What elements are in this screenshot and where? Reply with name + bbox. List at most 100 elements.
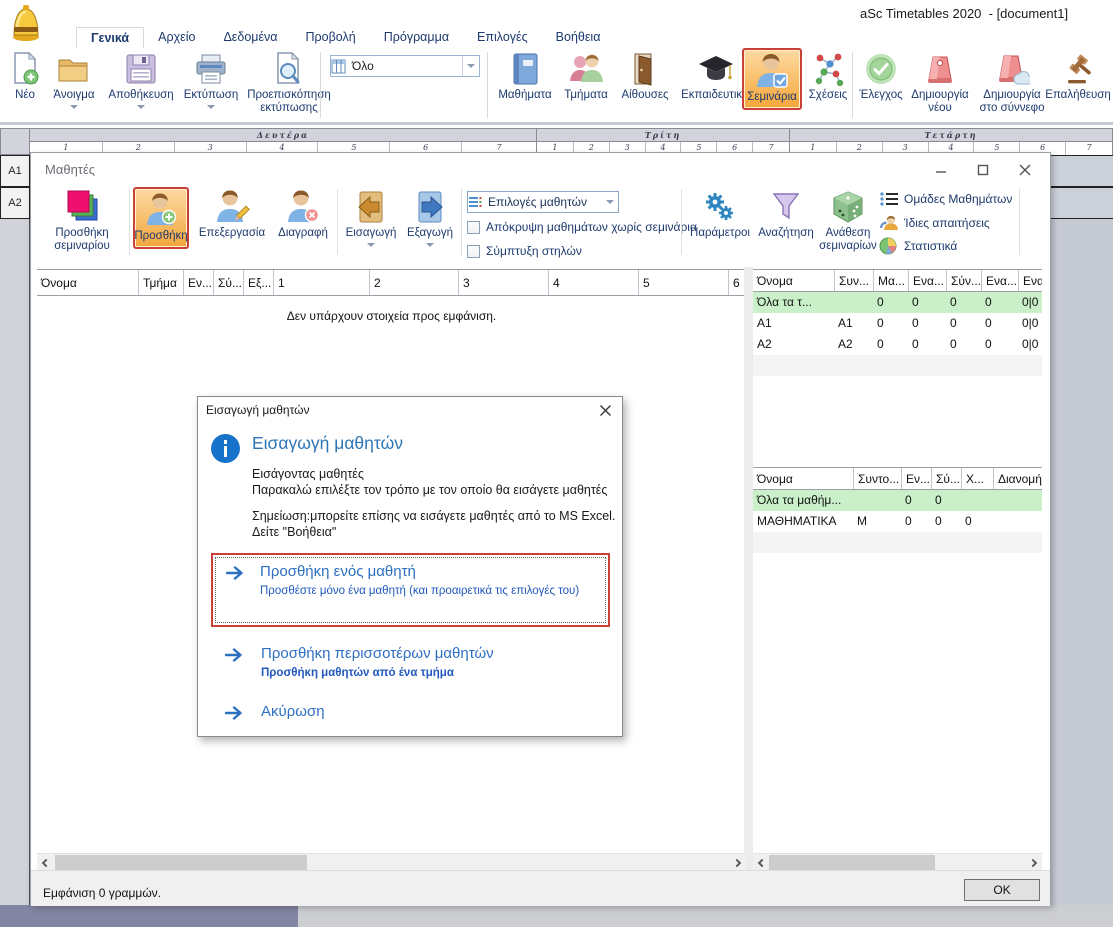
relations-button[interactable]: Σχέσεις xyxy=(806,50,850,102)
column-header[interactable]: 4 xyxy=(548,270,638,295)
column-header[interactable]: Σύ... xyxy=(931,468,961,489)
edit-student-button[interactable]: Επεξεργασία xyxy=(193,189,271,240)
column-header[interactable]: Σύ... xyxy=(213,270,243,295)
generate-cloud-button[interactable]: Δημιουργία στο σύννεφο xyxy=(974,50,1050,115)
column-header[interactable]: 1 xyxy=(273,270,369,295)
option-title: Προσθήκη ενός μαθητή xyxy=(260,563,597,580)
lessons-button[interactable]: Μαθήματα xyxy=(494,50,556,102)
save-dropdown-caret[interactable] xyxy=(137,105,145,109)
import-dropdown-caret[interactable] xyxy=(367,243,375,247)
app-hscroll-thumb[interactable] xyxy=(0,905,298,927)
tab-programma[interactable]: Πρόγραμμα xyxy=(370,27,463,48)
close-icon[interactable] xyxy=(1008,159,1042,181)
student-options-caret[interactable] xyxy=(602,192,618,212)
open-button[interactable]: Άνοιγμα xyxy=(46,50,102,109)
table-row[interactable]: A2A200000|0 xyxy=(753,334,1042,355)
hscroll-thumb[interactable] xyxy=(769,855,935,870)
scroll-left-icon[interactable] xyxy=(753,854,769,871)
scroll-right-icon[interactable] xyxy=(1026,854,1042,871)
ok-button[interactable]: OK xyxy=(964,879,1040,901)
import-dialog-heading: Εισαγωγή μαθητών xyxy=(252,433,403,454)
column-header[interactable]: Χ... xyxy=(961,468,993,489)
summary-hscrollbar[interactable] xyxy=(753,853,1042,870)
classes-button[interactable]: Τμήματα xyxy=(558,50,614,102)
tab-dedomena[interactable]: Δεδομένα xyxy=(209,27,291,48)
classes-table-empty-space xyxy=(753,376,1042,472)
asc-bell-logo[interactable] xyxy=(10,3,42,43)
classrooms-button[interactable]: Αίθουσες xyxy=(616,50,674,102)
tab-voitheia[interactable]: Βοήθεια xyxy=(542,27,615,48)
student-options-dropdown[interactable]: Επιλογές μαθητών xyxy=(467,191,619,213)
tab-provoli[interactable]: Προβολή xyxy=(292,27,370,48)
column-header[interactable]: Τμήμα xyxy=(138,270,183,295)
tab-arxeio[interactable]: Αρχείο xyxy=(144,27,209,48)
parameters-gears-icon xyxy=(702,189,738,225)
table-row[interactable]: ΜΑΘΗΜΑΤΙΚΑΜ000 xyxy=(753,511,1042,532)
column-header[interactable]: Εξ... xyxy=(243,270,273,295)
column-header[interactable]: 3 xyxy=(458,270,548,295)
add-one-student-option[interactable]: Προσθήκη ενός μαθητή Προσθέστε μόνο ένα … xyxy=(215,557,606,623)
tab-epiloges[interactable]: Επιλογές xyxy=(463,27,542,48)
add-more-students-option[interactable]: Προσθήκη περισσοτέρων μαθητών Προσθήκη μ… xyxy=(225,645,605,682)
print-button[interactable]: Εκτύπωση xyxy=(180,50,242,109)
save-button[interactable]: Αποθήκευση xyxy=(104,50,178,109)
scroll-right-icon[interactable] xyxy=(730,854,746,871)
intro-text-line1: Εισάγοντας μαθητές xyxy=(252,467,364,481)
add-seminar-button[interactable]: Προσθήκη σεμιναρίου xyxy=(39,189,125,253)
export-dropdown-caret[interactable] xyxy=(426,243,434,247)
students-table-hscrollbar[interactable] xyxy=(37,853,746,870)
column-header[interactable]: Εν... xyxy=(183,270,213,295)
print-dropdown-caret[interactable] xyxy=(207,105,215,109)
column-header[interactable]: Όνομα xyxy=(37,270,138,295)
add-student-button[interactable]: Προσθήκη xyxy=(133,187,189,249)
column-header[interactable]: 2 xyxy=(369,270,458,295)
seminars-button[interactable]: Σεμινάρια xyxy=(742,48,802,110)
column-header[interactable]: Ενα... xyxy=(908,270,946,291)
check-button[interactable]: Έλεγχος xyxy=(856,50,906,102)
column-header[interactable]: Συντο... xyxy=(853,468,901,489)
check-label: Έλεγχος xyxy=(859,89,902,102)
panel-splitter[interactable] xyxy=(744,267,753,871)
minimize-icon[interactable] xyxy=(924,159,958,181)
maximize-icon[interactable] xyxy=(966,159,1000,181)
statistics-button[interactable]: Στατιστικά xyxy=(879,237,957,255)
tab-genika[interactable]: Γενικά xyxy=(76,27,144,48)
column-header[interactable]: Σύν... xyxy=(946,270,981,291)
column-header[interactable]: Εν... xyxy=(901,468,931,489)
search-button[interactable]: Αναζήτηση xyxy=(755,189,817,240)
column-header[interactable]: Ενα... xyxy=(1018,270,1042,291)
scroll-left-icon[interactable] xyxy=(37,854,53,871)
toolbar-separator xyxy=(1019,189,1020,255)
view-filter-caret[interactable] xyxy=(462,56,479,76)
generate-new-button[interactable]: Δημιουργία νέου xyxy=(908,50,972,115)
import-button[interactable]: Εισαγωγή xyxy=(343,189,399,247)
column-header[interactable]: 5 xyxy=(638,270,728,295)
cancel-option[interactable]: Ακύρωση xyxy=(225,703,605,720)
row-label-a1[interactable]: A1 xyxy=(0,155,30,187)
delete-student-button[interactable]: Διαγραφή xyxy=(273,189,333,240)
table-row[interactable]: Όλα τα μαθήμ...00 xyxy=(753,490,1042,511)
column-header[interactable]: Όνομα xyxy=(753,270,834,291)
subject-groups-icon xyxy=(879,191,899,207)
hscroll-thumb[interactable] xyxy=(55,855,307,870)
assign-seminars-button[interactable]: Ανάθεση σεμιναρίων xyxy=(819,189,877,253)
collapse-columns-checkbox[interactable] xyxy=(467,245,480,258)
open-dropdown-caret[interactable] xyxy=(70,105,78,109)
column-header[interactable]: Ενα... xyxy=(981,270,1018,291)
table-row[interactable]: Όλα τα τ...00000|0 xyxy=(753,292,1042,313)
verification-button[interactable]: Επαλήθευση xyxy=(1046,50,1110,102)
new-button[interactable]: Νέο xyxy=(8,50,42,102)
column-header[interactable]: Συν... xyxy=(834,270,873,291)
column-header[interactable]: Μα... xyxy=(873,270,908,291)
table-row[interactable]: A1A100000|0 xyxy=(753,313,1042,334)
column-header[interactable]: Όνομα xyxy=(753,468,853,489)
parameters-button[interactable]: Παράμετροι xyxy=(687,189,753,240)
export-button[interactable]: Εξαγωγή xyxy=(403,189,457,247)
view-filter-dropdown[interactable]: Όλο xyxy=(330,55,480,77)
column-header[interactable]: Διανομή xyxy=(993,468,1042,489)
subject-groups-button[interactable]: Ομάδες Μαθημάτων xyxy=(879,191,1012,207)
same-requirements-button[interactable]: Ίδιες απαιτήσεις xyxy=(879,214,990,231)
close-icon[interactable] xyxy=(598,403,612,417)
row-label-a2[interactable]: A2 xyxy=(0,187,30,219)
hide-lessons-checkbox[interactable] xyxy=(467,221,480,234)
